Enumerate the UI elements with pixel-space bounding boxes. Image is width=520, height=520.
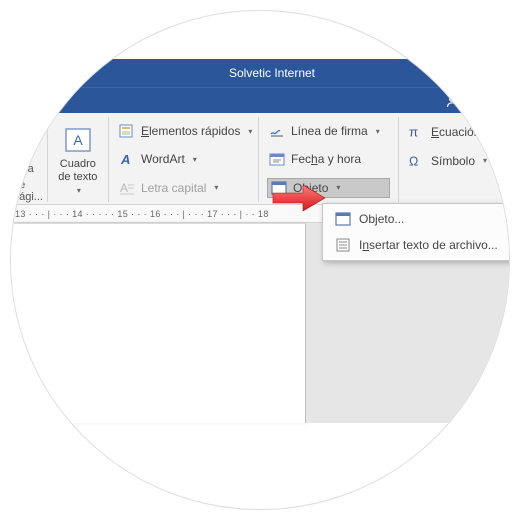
signature-label: Línea de firma — [291, 124, 368, 138]
datetime-label: Fecha y hora — [291, 152, 361, 166]
ruler-numbers: 13 · · · | · · · 14 · · · · · 15 · · · 1… — [15, 209, 269, 219]
quick-parts-button[interactable]: Elementos rápidos ▾ — [117, 121, 250, 141]
ribbon-display-options-icon[interactable] — [451, 66, 465, 80]
datetime-button[interactable]: Fecha y hora — [267, 149, 390, 169]
svg-text:A: A — [120, 152, 130, 167]
ribbon: gina de pági... A Cuadro de texto ▾ — [11, 113, 509, 205]
circular-crop: Solvetic Internet Compa gina de pági... — [10, 10, 510, 510]
text-file-icon — [335, 237, 351, 253]
signature-line-button[interactable]: Línea de firma ▾ — [267, 121, 390, 141]
text-subgroup: Elementos rápidos ▾ A WordArt ▾ A Letra … — [109, 117, 259, 202]
share-bar: Compa — [11, 87, 509, 113]
symbol-label: Símbolo — [431, 154, 475, 168]
wordart-button[interactable]: A WordArt ▾ — [117, 149, 250, 169]
minimize-icon[interactable] — [483, 66, 497, 80]
partial-label-bottom: de pági... — [13, 179, 39, 203]
dropdown-item-object[interactable]: Objeto... — [323, 206, 510, 232]
chevron-down-icon: ▾ — [248, 127, 252, 136]
dropcap-button: A Letra capital ▾ — [117, 178, 250, 198]
share-person-icon — [445, 94, 459, 108]
textbox-icon: A — [62, 124, 94, 156]
chevron-down-icon: ▾ — [77, 186, 81, 195]
page-canvas[interactable] — [11, 223, 306, 423]
svg-text:Ω: Ω — [409, 154, 418, 168]
dropdown-item-label: Objeto... — [359, 212, 404, 226]
dropcap-label: Letra capital — [141, 181, 206, 195]
dropdown-item-text-from-file[interactable]: Insertar texto de archivo... — [323, 232, 510, 258]
svg-text:A: A — [73, 132, 83, 148]
quick-parts-label: Elementos rápidos — [141, 124, 240, 138]
wordart-icon: A — [119, 151, 135, 167]
chevron-down-icon: ▾ — [376, 127, 380, 136]
chevron-down-icon: ▾ — [193, 155, 197, 164]
chevron-down-icon: ▾ — [488, 127, 492, 136]
svg-text:π: π — [409, 124, 418, 139]
share-label[interactable]: Compa — [463, 93, 505, 108]
equation-label: Ecuación — [431, 125, 480, 139]
svg-text:A: A — [120, 181, 128, 195]
document-title: Solvetic Internet — [11, 66, 433, 80]
page-number-group-partial: gina de pági... — [11, 117, 48, 202]
equation-button[interactable]: π Ecuación ▾ — [407, 122, 501, 142]
chevron-down-icon: ▾ — [214, 183, 218, 192]
symbol-icon: Ω — [409, 153, 425, 169]
object-dropdown: Objeto... Insertar texto de archivo... — [322, 203, 510, 261]
datetime-icon — [269, 151, 285, 167]
textbox-group[interactable]: A Cuadro de texto ▾ — [48, 117, 109, 202]
chevron-down-icon: ▾ — [336, 183, 340, 192]
titlebar: Solvetic Internet — [11, 59, 509, 87]
wordart-label: WordArt — [141, 152, 185, 166]
dropdown-item-label: Insertar texto de archivo... — [359, 238, 498, 252]
symbols-group: π Ecuación ▾ Ω Símbolo ▾ — [399, 117, 509, 202]
dropcap-icon: A — [119, 180, 135, 196]
callout-arrow — [271, 183, 327, 213]
symbol-button[interactable]: Ω Símbolo ▾ — [407, 151, 501, 171]
signature-icon — [269, 123, 285, 139]
equation-icon: π — [409, 124, 425, 140]
textbox-label: Cuadro de texto — [56, 158, 100, 183]
chevron-down-icon: ▾ — [483, 156, 487, 165]
quick-parts-icon — [119, 123, 135, 139]
object-icon — [335, 211, 351, 227]
partial-label-top: gina — [13, 163, 39, 175]
